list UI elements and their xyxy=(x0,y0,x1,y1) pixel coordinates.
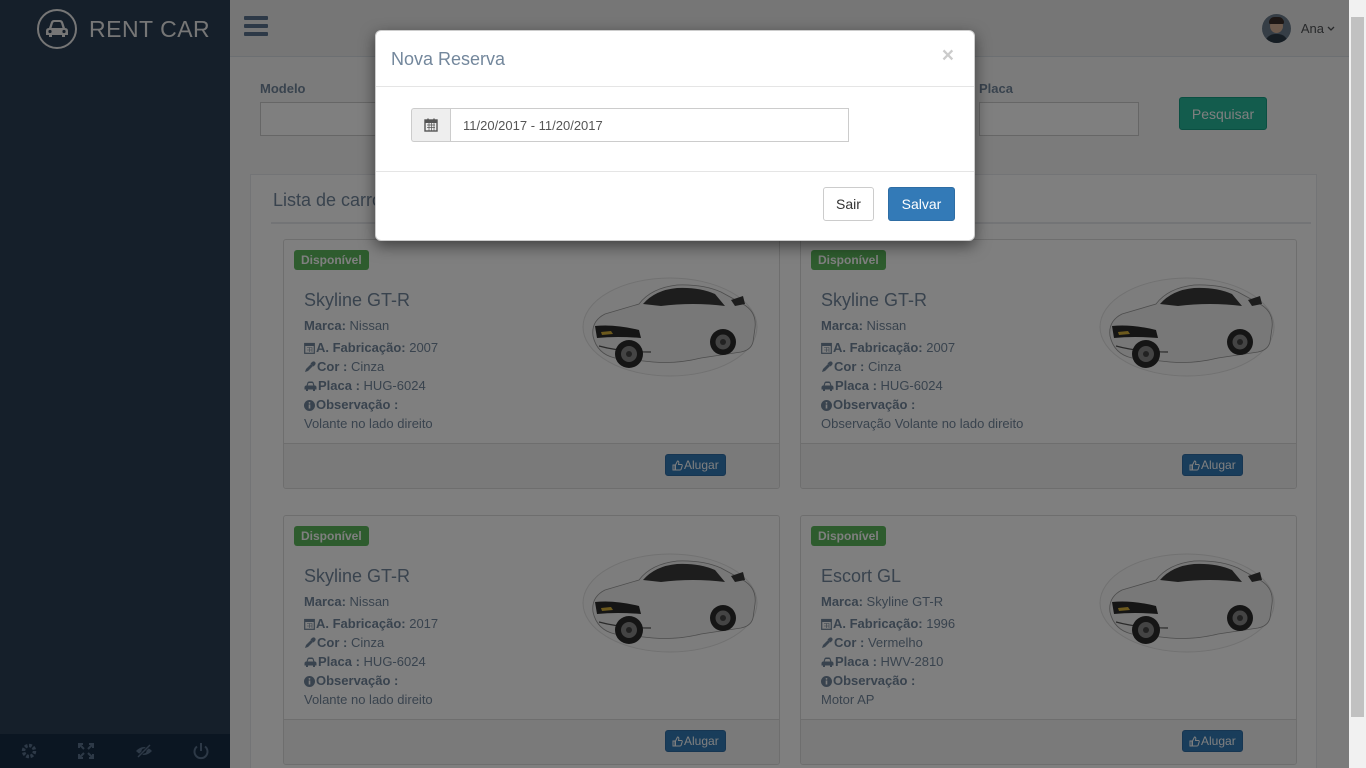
close-icon[interactable]: × xyxy=(942,45,954,66)
calendar-icon[interactable] xyxy=(411,108,450,142)
date-range-input[interactable] xyxy=(450,108,849,142)
date-range-field xyxy=(411,108,849,142)
modal-header: Nova Reserva × xyxy=(376,31,974,87)
scrollbar-thumb[interactable] xyxy=(1351,17,1364,717)
save-button[interactable]: Salvar xyxy=(888,187,955,221)
modal-body xyxy=(376,88,974,173)
scrollbar[interactable] xyxy=(1349,0,1366,768)
modal-footer: Sair Salvar xyxy=(376,171,974,240)
modal-title: Nova Reserva xyxy=(391,49,506,69)
new-reservation-modal: Nova Reserva × Sair Salvar xyxy=(375,30,975,241)
cancel-button[interactable]: Sair xyxy=(823,187,874,221)
